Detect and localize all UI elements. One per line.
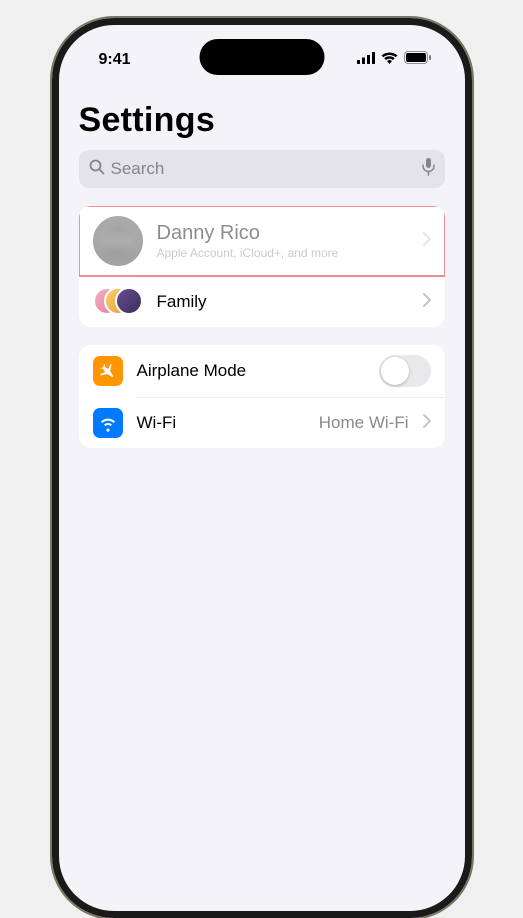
network-group: Airplane Mode Wi-Fi Home Wi-Fi	[79, 345, 445, 448]
page-title: Settings	[79, 101, 445, 140]
family-avatars-icon	[93, 287, 143, 317]
iphone-frame: 9:41 Settings Search	[52, 18, 472, 918]
wifi-status-icon	[381, 51, 398, 69]
chevron-right-icon	[423, 293, 431, 312]
family-label: Family	[157, 292, 409, 312]
airplane-icon	[93, 356, 123, 386]
airplane-mode-row[interactable]: Airplane Mode	[79, 345, 445, 397]
avatar	[93, 216, 143, 266]
account-name: Danny Rico	[157, 222, 409, 245]
search-icon	[89, 159, 105, 180]
search-placeholder: Search	[111, 159, 416, 179]
cellular-icon	[357, 51, 375, 69]
battery-icon	[404, 51, 431, 69]
airplane-toggle[interactable]	[379, 355, 431, 387]
search-input[interactable]: Search	[79, 150, 445, 188]
wifi-label: Wi-Fi	[137, 413, 305, 433]
status-time: 9:41	[99, 51, 131, 69]
wifi-value: Home Wi-Fi	[319, 413, 409, 433]
chevron-right-icon	[423, 414, 431, 433]
apple-account-row[interactable]: Danny Rico Apple Account, iCloud+, and m…	[79, 206, 445, 276]
family-row[interactable]: Family	[79, 277, 445, 327]
airplane-label: Airplane Mode	[137, 361, 365, 381]
wifi-icon	[93, 408, 123, 438]
dictation-icon[interactable]	[422, 158, 435, 181]
account-group: Danny Rico Apple Account, iCloud+, and m…	[79, 206, 445, 327]
wifi-row[interactable]: Wi-Fi Home Wi-Fi	[79, 398, 445, 448]
dynamic-island	[199, 39, 324, 75]
chevron-right-icon	[423, 232, 431, 251]
account-subtitle: Apple Account, iCloud+, and more	[157, 246, 409, 260]
